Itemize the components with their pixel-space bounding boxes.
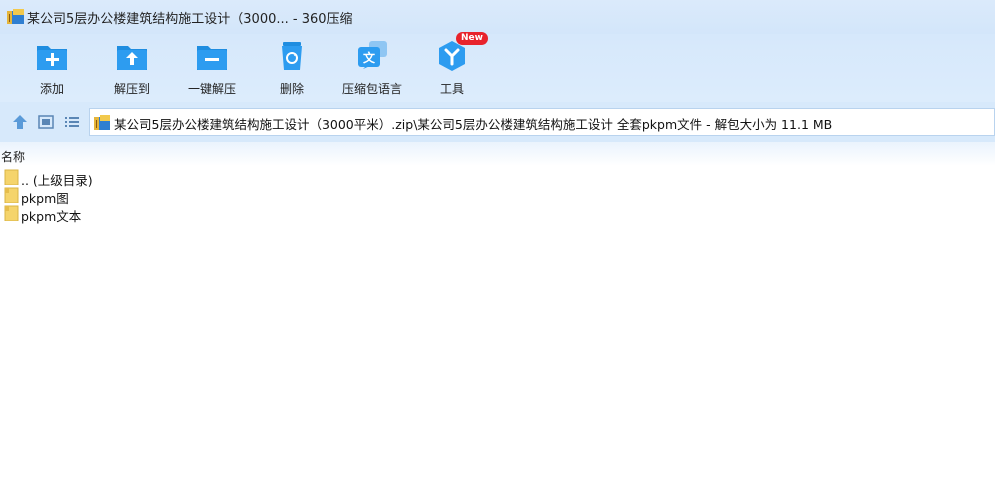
extract-to-icon (117, 46, 147, 70)
one-click-extract-label: 一键解压 (187, 82, 236, 96)
file-list: .. (上级目录) pkpm图 pkpm文本 (0, 168, 995, 224)
folder-icon (4, 187, 19, 203)
address-row: 某公司5层办公楼建筑结构施工设计（3000平米）.zip\某公司5层办公楼建筑结… (0, 102, 995, 142)
extract-to-label: 解压到 (113, 82, 150, 96)
address-path: 某公司5层办公楼建筑结构施工设计（3000平米）.zip\某公司5层办公楼建筑结… (114, 117, 833, 132)
add-button[interactable]: 添加 (12, 38, 92, 100)
archive-app-icon (7, 9, 24, 24)
archive-language-button[interactable]: 文 压缩包语言 (332, 38, 412, 100)
one-click-extract-icon (197, 46, 227, 70)
archive-language-icon: 文 (358, 41, 387, 69)
toolbar: 添加 解压到 一键解压 删除 文 压缩包语言 New 工具 (0, 32, 995, 102)
column-header-name[interactable]: 名称 (1, 148, 25, 165)
tools-icon-wrap: New (434, 32, 488, 74)
folder-icon (4, 169, 19, 185)
zip-file-icon (94, 115, 110, 130)
list-item-folder[interactable]: pkpm图 (0, 186, 995, 206)
delete-button[interactable]: 删除 (252, 38, 332, 100)
recycle-bin-icon (282, 42, 302, 70)
list-item-parent[interactable]: .. (上级目录) (0, 168, 995, 188)
list-item-folder[interactable]: pkpm文本 (0, 204, 995, 224)
delete-label: 删除 (279, 82, 304, 96)
folder-icon (4, 205, 19, 221)
address-bar[interactable]: 某公司5层办公楼建筑结构施工设计（3000平米）.zip\某公司5层办公楼建筑结… (89, 108, 995, 136)
list-item-label: pkpm文本 (21, 209, 82, 224)
list-header: 名称 (0, 142, 995, 166)
one-click-extract-button[interactable]: 一键解压 (172, 38, 252, 100)
tools-label: 工具 (439, 82, 464, 96)
title-bar: 某公司5层办公楼建筑结构施工设计（3000... - 360压缩 (0, 0, 995, 34)
thumbnail-view-icon[interactable] (37, 114, 55, 130)
tools-button[interactable]: New 工具 (412, 32, 492, 100)
svg-text:文: 文 (363, 50, 376, 65)
archive-language-label: 压缩包语言 (341, 82, 402, 96)
add-label: 添加 (39, 82, 64, 96)
add-folder-icon (37, 46, 67, 70)
up-arrow-icon[interactable] (11, 114, 29, 130)
list-view-icon[interactable] (63, 114, 81, 130)
new-badge: New (456, 32, 488, 45)
extract-to-button[interactable]: 解压到 (92, 38, 172, 100)
window-title: 某公司5层办公楼建筑结构施工设计（3000... - 360压缩 (27, 12, 353, 27)
